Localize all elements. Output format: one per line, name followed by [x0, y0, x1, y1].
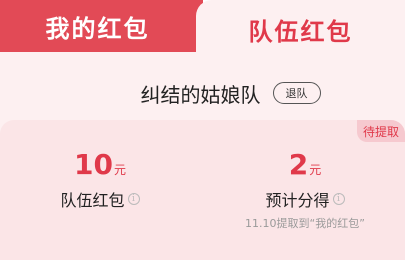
info-circle-icon[interactable]: i [332, 193, 345, 205]
tab-team-red-packet-label: 队伍红包 [248, 18, 353, 46]
estimated-share-unit: 元 [309, 163, 322, 177]
status-badge: 待提取 [356, 120, 405, 142]
tab-my-red-packet-label: 我的红包 [45, 14, 150, 43]
team-red-packet-stat: 10 元 队伍红包 i [60, 148, 140, 211]
red-packet-card: 待提取 10 元 队伍红包 i 2 元 预计分得 i 11.10提取到“我的红包… [0, 120, 405, 260]
team-red-packet-amount: 10 [74, 148, 113, 181]
team-red-packet-label: 队伍红包 [60, 191, 125, 210]
info-circle-icon[interactable]: i [127, 193, 140, 205]
team-red-packet-unit: 元 [113, 163, 126, 177]
tab-team-red-packet[interactable]: 队伍红包 [196, 0, 405, 60]
estimated-share-stat: 2 元 预计分得 i 11.10提取到“我的红包” [240, 148, 370, 231]
estimated-share-amount: 2 [288, 148, 309, 181]
tab-my-red-packet[interactable]: 我的红包 [0, 0, 203, 52]
team-name: 纠结的姑娘队 [140, 82, 261, 107]
quit-team-button[interactable]: 退队 [272, 82, 321, 104]
estimated-share-label: 预计分得 [265, 191, 330, 210]
tab-bar: 我的红包 队伍红包 [0, 0, 405, 60]
withdraw-hint: 11.10提取到“我的红包” [245, 217, 365, 230]
team-header: 纠结的姑娘队 退队 [0, 80, 405, 107]
